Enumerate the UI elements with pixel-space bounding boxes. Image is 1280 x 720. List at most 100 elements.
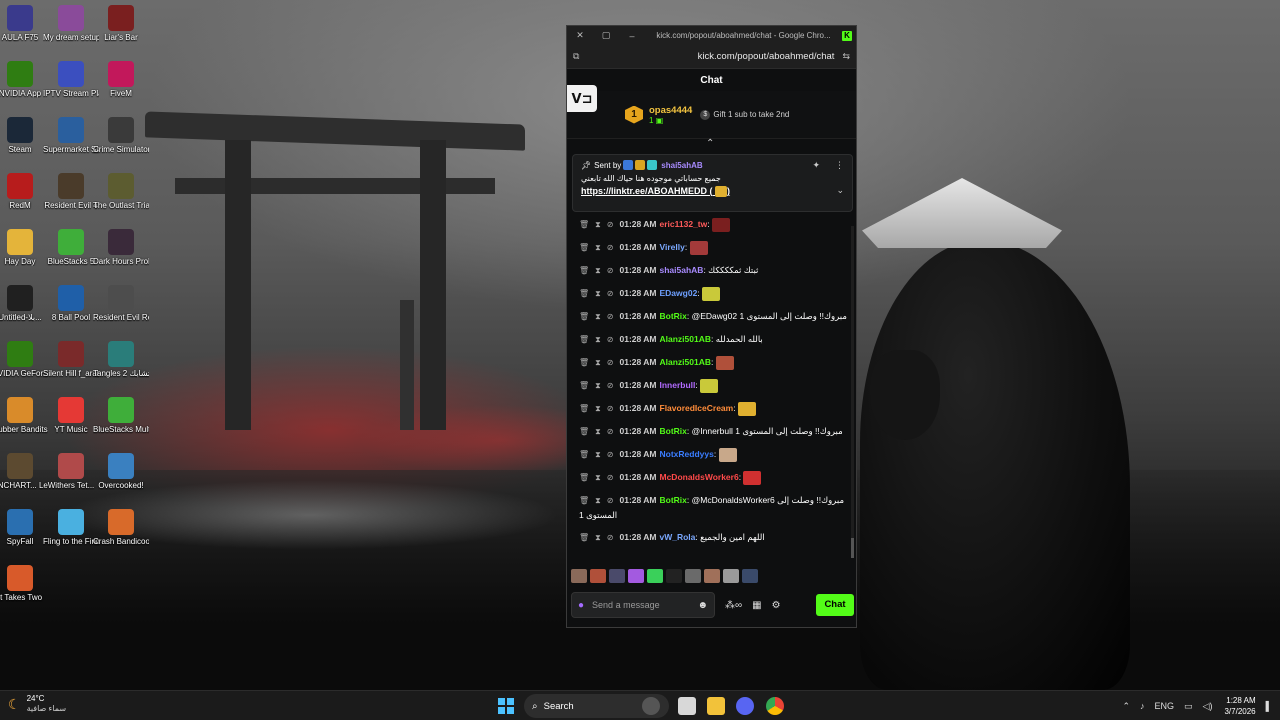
ban-icon[interactable]: ⊘ — [607, 289, 614, 298]
ban-icon[interactable]: ⊘ — [607, 533, 614, 542]
message-username[interactable]: BotRix — [660, 495, 687, 505]
timeout-icon[interactable]: ⧗ — [595, 533, 601, 542]
delete-icon[interactable]: 🗑︎ — [579, 312, 589, 321]
desktop-icon[interactable]: Fling to the Finish — [43, 509, 99, 546]
ban-icon[interactable]: ⊘ — [607, 243, 614, 252]
volume-icon[interactable]: ◁) — [1203, 701, 1213, 712]
message-username[interactable]: EDawg02 — [660, 288, 698, 298]
emote-icon[interactable] — [742, 569, 758, 583]
emote-icon[interactable] — [628, 569, 644, 583]
chat-scrollbar[interactable] — [851, 226, 854, 556]
desktop-icon[interactable]: NVIDIA App — [0, 61, 48, 98]
desktop-icon[interactable]: IPTV Stream Player — [43, 61, 99, 98]
ban-icon[interactable]: ⊘ — [607, 358, 614, 367]
timeout-icon[interactable]: ⧗ — [595, 358, 601, 367]
delete-icon[interactable]: 🗑︎ — [579, 450, 589, 459]
timeout-icon[interactable]: ⧗ — [595, 450, 601, 459]
message-input[interactable]: ● Send a message ☻ — [571, 592, 715, 618]
more-options-icon[interactable]: ⋮ — [835, 160, 844, 170]
desktop-icon[interactable]: BlueStacks Multi-Insta... — [93, 397, 149, 434]
message-username[interactable]: eric1132_tw — [660, 219, 708, 229]
emote-icon[interactable] — [571, 569, 587, 583]
desktop-icon[interactable]: YT Music — [43, 397, 99, 434]
delete-icon[interactable]: 🗑︎ — [579, 427, 589, 436]
chat-scroll-thumb[interactable] — [851, 538, 854, 558]
desktop-icon[interactable]: Resident Evil 4 — [43, 173, 99, 210]
timeout-icon[interactable]: ⧗ — [595, 473, 601, 482]
desktop-icon[interactable]: 8 Ball Pool — [43, 285, 99, 322]
emote-icon[interactable] — [666, 569, 682, 583]
start-button[interactable] — [498, 698, 514, 714]
desktop-icon[interactable]: The Outlast Trials — [93, 173, 149, 210]
message-username[interactable]: Innerbull — [660, 380, 696, 390]
delete-icon[interactable]: 🗑︎ — [579, 335, 589, 344]
message-username[interactable]: FlavoredIceCream — [660, 403, 734, 413]
channel-logo[interactable]: ᐯ⊐ — [567, 85, 597, 112]
tune-icon[interactable]: ⇆ — [842, 51, 850, 62]
delete-icon[interactable]: 🗑︎ — [579, 404, 589, 413]
desktop-icon[interactable]: It Takes Two — [0, 565, 48, 602]
ban-icon[interactable]: ⊘ — [607, 404, 614, 413]
emote-icon[interactable] — [704, 569, 720, 583]
ban-icon[interactable]: ⊘ — [607, 266, 614, 275]
ban-icon[interactable]: ⊘ — [607, 312, 614, 321]
timeout-icon[interactable]: ⧗ — [595, 335, 601, 344]
collapse-icon[interactable]: ⌃ — [706, 138, 714, 149]
chrome-icon[interactable] — [766, 697, 784, 715]
weather-widget[interactable]: ☾ 24°C سماء صافية — [8, 694, 66, 714]
desktop-icon[interactable]: SpyFall — [0, 509, 48, 546]
microphone-tray-icon[interactable]: ♪ — [1140, 701, 1145, 711]
desktop-icon[interactable]: Tangles 2 تشابك Demo — [93, 341, 149, 378]
discord-icon[interactable] — [736, 697, 754, 715]
minimize-icon[interactable]: – — [619, 31, 645, 41]
message-username[interactable]: BotRix — [660, 426, 687, 436]
message-username[interactable]: McDonaldsWorker6 — [660, 472, 739, 482]
message-username[interactable]: Alanzi501AB — [660, 334, 712, 344]
delete-icon[interactable]: 🗑︎ — [579, 243, 589, 252]
gear-icon[interactable]: ⚙ — [772, 600, 781, 611]
leader-name[interactable]: opas4444 — [649, 105, 692, 116]
desktop-icon[interactable]: AULA F75 — [0, 5, 48, 42]
timeout-icon[interactable]: ⧗ — [595, 381, 601, 390]
notification-icon[interactable]: ▌ — [1266, 701, 1272, 711]
desktop-icon[interactable]: Crime Simulator — [93, 117, 149, 154]
desktop-icon[interactable]: Silent Hill f_arabic.exe — [43, 341, 99, 378]
timeout-icon[interactable]: ⧗ — [595, 312, 601, 321]
message-username[interactable]: shai5ahAB — [660, 265, 704, 275]
language-indicator[interactable]: ENG — [1155, 701, 1175, 711]
timeout-icon[interactable]: ⧗ — [595, 289, 601, 298]
message-username[interactable]: vW_Rola — [660, 532, 696, 542]
ban-icon[interactable]: ⊘ — [607, 473, 614, 482]
emote-icon[interactable] — [723, 569, 739, 583]
microphone-icon[interactable]: ● — [578, 600, 584, 611]
restore-icon[interactable]: ▢ — [593, 30, 619, 41]
chevron-up-icon[interactable]: ⌃ — [1122, 701, 1130, 712]
file-explorer-icon[interactable] — [707, 697, 725, 715]
emote-icon[interactable] — [685, 569, 701, 583]
desktop-icon[interactable]: Steam — [0, 117, 48, 154]
pinned-link[interactable]: https://linktr.ee/ABOAHMEDD ( ) — [581, 186, 844, 198]
network-icon[interactable]: ▭ — [1184, 701, 1193, 712]
ban-icon[interactable]: ⊘ — [607, 450, 614, 459]
desktop-icon[interactable]: My dream setup — [43, 5, 99, 42]
timeout-icon[interactable]: ⧗ — [595, 496, 601, 505]
desktop-icon[interactable]: FiveM — [93, 61, 149, 98]
desktop-icon[interactable]: Rubber Bandits — [0, 397, 48, 434]
desktop-icon[interactable]: Dark Hours Prologue — [93, 229, 149, 266]
message-username[interactable]: NotxReddyys — [660, 449, 714, 459]
timeout-icon[interactable]: ⧗ — [595, 243, 601, 252]
task-view-icon[interactable] — [678, 697, 696, 715]
desktop-icon[interactable]: RedM — [0, 173, 48, 210]
delete-icon[interactable]: 🗑︎ — [579, 473, 589, 482]
desktop-icon[interactable]: Supermarket Simulator — [43, 117, 99, 154]
ban-icon[interactable]: ⊘ — [607, 220, 614, 229]
message-username[interactable]: Alanzi501AB — [660, 357, 712, 367]
desktop-icon[interactable]: Crash Bandicoot... — [93, 509, 149, 546]
desktop-icon[interactable]: Untitled-بلا... — [0, 285, 48, 322]
ban-icon[interactable]: ⊘ — [607, 427, 614, 436]
delete-icon[interactable]: 🗑︎ — [579, 533, 589, 542]
chevron-down-icon[interactable]: ⌄ — [836, 185, 844, 196]
desktop-icon[interactable]: BlueStacks 5 — [43, 229, 99, 266]
emote-icon[interactable] — [590, 569, 606, 583]
timeout-icon[interactable]: ⧗ — [595, 266, 601, 275]
